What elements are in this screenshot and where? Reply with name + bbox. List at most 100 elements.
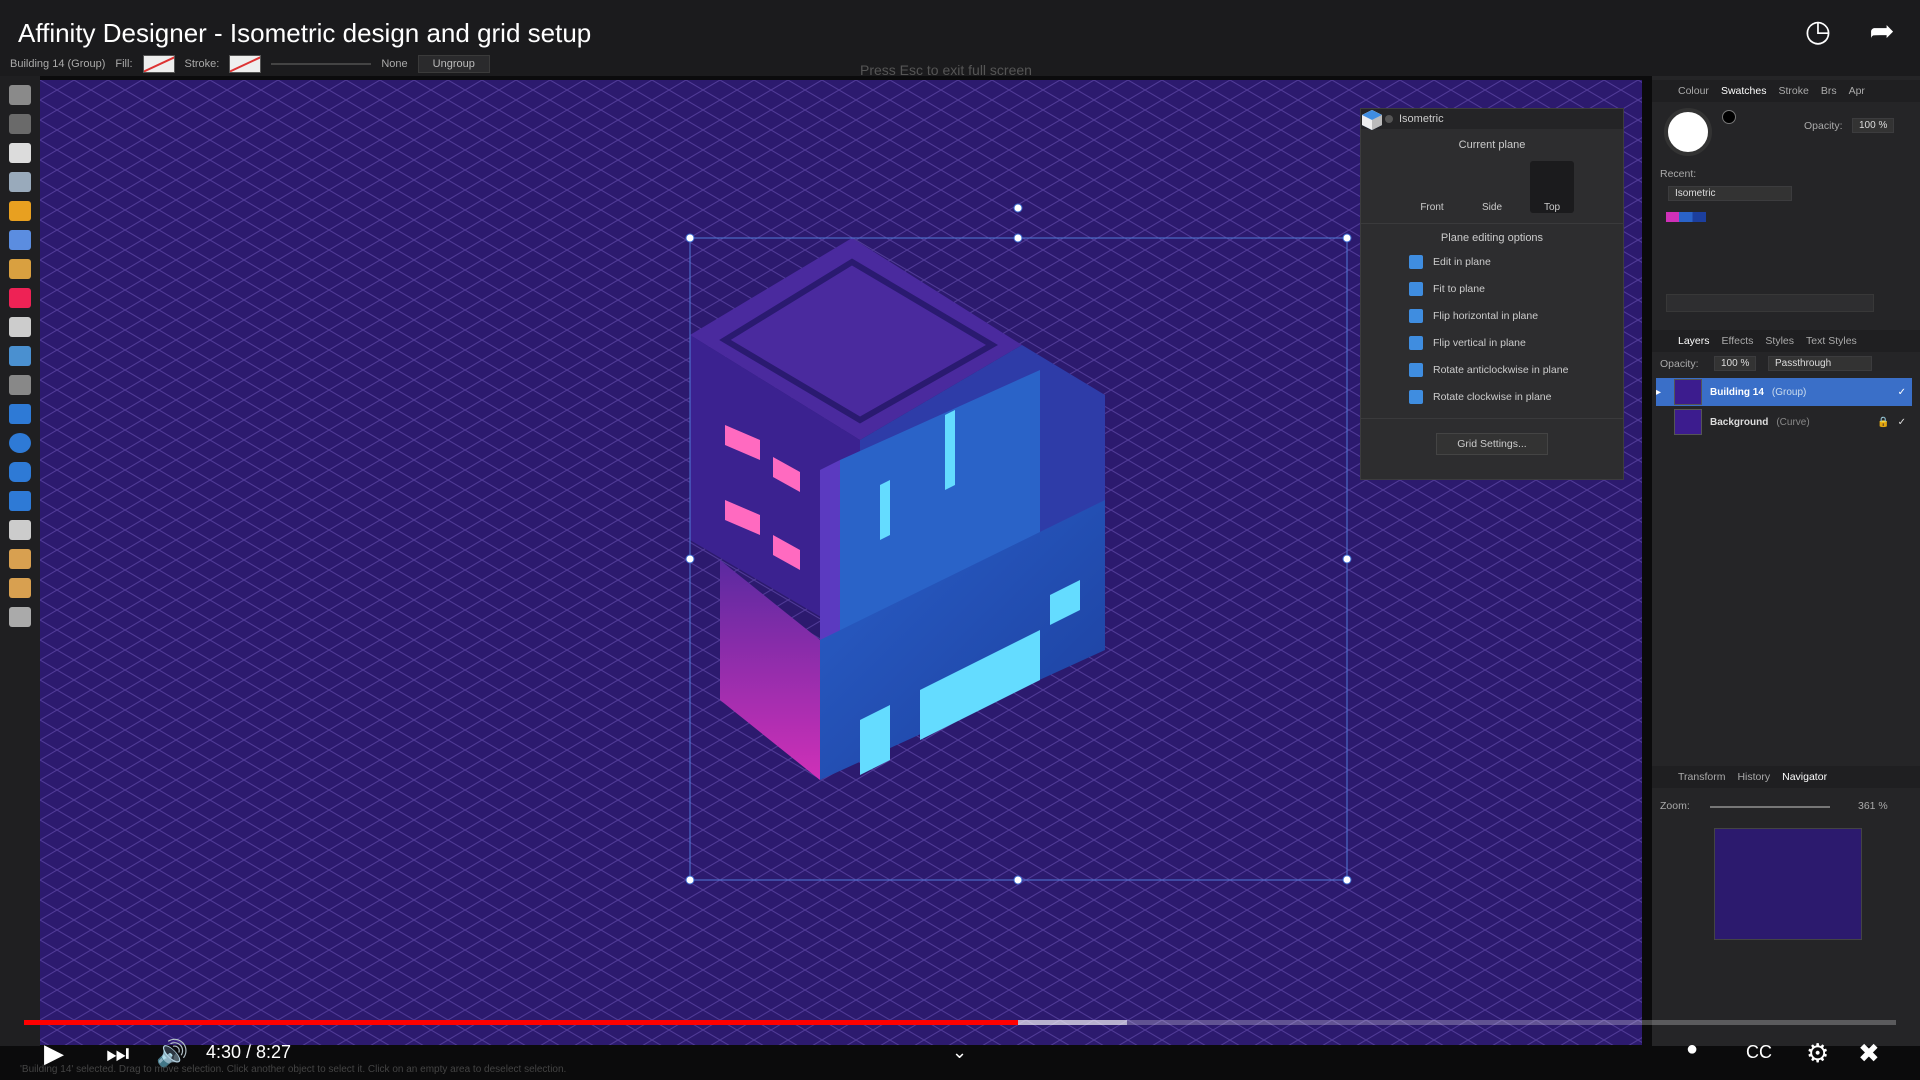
rotate-handle[interactable] xyxy=(1013,203,1023,213)
tab-appearance[interactable]: Apr xyxy=(1849,85,1865,97)
expand-arrow-icon[interactable]: ▸ xyxy=(1656,387,1666,398)
rotate-clockwise-option[interactable]: Rotate clockwise in plane xyxy=(1361,383,1623,410)
corner-tool-icon[interactable] xyxy=(9,172,31,192)
stroke-none-label: None xyxy=(381,58,408,70)
fill-stroke-selector[interactable] xyxy=(1664,108,1712,156)
rounded-rect-tool-icon[interactable] xyxy=(9,462,31,482)
rectangle-tool-icon[interactable] xyxy=(9,404,31,424)
edit-in-plane-option[interactable]: Edit in plane xyxy=(1361,248,1623,275)
color-dot-icon[interactable] xyxy=(1722,110,1736,124)
resize-handle[interactable] xyxy=(1342,233,1352,243)
layer-name: Background xyxy=(1710,416,1769,428)
fill-swatch[interactable] xyxy=(142,55,175,73)
tab-layers[interactable]: Layers xyxy=(1678,335,1710,347)
crop-tool-icon[interactable] xyxy=(9,375,31,395)
option-label: Flip vertical in plane xyxy=(1433,336,1526,349)
tab-stroke[interactable]: Stroke xyxy=(1778,85,1808,97)
blend-mode-dropdown[interactable]: Passthrough xyxy=(1768,356,1872,371)
zoom-value: 361 % xyxy=(1858,800,1888,812)
move-tool-icon[interactable] xyxy=(9,85,31,105)
node-tool-icon[interactable] xyxy=(9,143,31,163)
fill-tool-icon[interactable] xyxy=(9,288,31,308)
zoom-tool-icon[interactable] xyxy=(9,607,31,627)
resize-handle[interactable] xyxy=(685,875,695,885)
opacity-field[interactable]: 100 % xyxy=(1852,118,1895,133)
rotate-anticlockwise-icon xyxy=(1409,362,1423,377)
triangle-tool-icon[interactable] xyxy=(9,491,31,511)
plane-top-label: Top xyxy=(1543,202,1561,213)
share-icon[interactable]: ➦ xyxy=(1864,14,1900,50)
resize-handle[interactable] xyxy=(1342,554,1352,564)
eyedropper-tool-icon[interactable] xyxy=(9,549,31,569)
tab-brushes[interactable]: Brs xyxy=(1821,85,1837,97)
plane-side-button[interactable]: Side xyxy=(1362,110,1514,213)
tab-history[interactable]: History xyxy=(1737,771,1770,783)
rotate-anticlockwise-option[interactable]: Rotate anticlockwise in plane xyxy=(1361,356,1623,383)
option-label: Edit in plane xyxy=(1433,255,1491,268)
window xyxy=(880,480,890,540)
tab-styles[interactable]: Styles xyxy=(1765,335,1794,347)
transparency-tool-icon[interactable] xyxy=(9,317,31,337)
resize-handle[interactable] xyxy=(685,554,695,564)
cube-top-icon xyxy=(1362,110,1382,130)
resize-handle[interactable] xyxy=(1013,233,1023,243)
tab-text-styles[interactable]: Text Styles xyxy=(1806,335,1857,347)
navigator-preview[interactable] xyxy=(1714,828,1862,940)
ellipse-tool-icon[interactable] xyxy=(9,433,31,453)
plane-selector: Front Side Top xyxy=(1361,110,1623,213)
resize-handle[interactable] xyxy=(1342,875,1352,885)
video-progress-bar[interactable] xyxy=(24,1020,1896,1025)
tab-navigator[interactable]: Navigator xyxy=(1782,771,1827,783)
settings-icon[interactable]: ⚙ xyxy=(1806,1038,1829,1069)
option-label: Rotate anticlockwise in plane xyxy=(1433,363,1569,376)
flip-vertical-option[interactable]: Flip vertical in plane xyxy=(1361,329,1623,356)
tab-colour[interactable]: Colour xyxy=(1678,85,1709,97)
zoom-slider[interactable] xyxy=(1710,806,1830,808)
visibility-checkbox[interactable]: ✓ xyxy=(1898,387,1906,398)
edit-in-plane-icon xyxy=(1409,254,1423,269)
layer-row-background[interactable]: Background (Curve) 🔒 ✓ xyxy=(1656,408,1912,436)
tab-transform[interactable]: Transform xyxy=(1678,771,1725,783)
flip-horizontal-option[interactable]: Flip horizontal in plane xyxy=(1361,302,1623,329)
tab-effects[interactable]: Effects xyxy=(1722,335,1754,347)
grid-settings-button[interactable]: Grid Settings... xyxy=(1436,433,1548,455)
layer-row-building[interactable]: ▸ Building 14 (Group) ✓ xyxy=(1656,378,1912,406)
plane-front-button[interactable]: Front xyxy=(1362,110,1454,213)
stroke-width-slider[interactable] xyxy=(271,63,372,65)
pencil-tool-icon[interactable] xyxy=(9,230,31,250)
brush-tool-icon[interactable] xyxy=(9,259,31,279)
resize-handle[interactable] xyxy=(685,233,695,243)
pen-tool-icon[interactable] xyxy=(9,201,31,221)
flip-horizontal-icon xyxy=(1409,308,1423,323)
fit-to-plane-option[interactable]: Fit to plane xyxy=(1361,275,1623,302)
plane-top-button[interactable]: Top xyxy=(1362,110,1574,213)
panel-minimize-icon[interactable] xyxy=(1385,115,1393,123)
isometric-panel-header[interactable]: Isometric xyxy=(1361,109,1623,129)
ungroup-button[interactable]: Ungroup xyxy=(417,55,490,73)
artboard-tool-icon[interactable] xyxy=(9,114,31,134)
studio-panels: Colour Swatches Stroke Brs Apr Opacity: … xyxy=(1652,76,1920,1046)
tab-swatches[interactable]: Swatches xyxy=(1721,85,1767,97)
swatch-strip[interactable] xyxy=(1666,212,1706,222)
video-title[interactable]: Affinity Designer - Isometric design and… xyxy=(18,18,591,49)
navigator-tabs: Transform History Navigator xyxy=(1652,766,1920,788)
top-actions: ◷ ➦ xyxy=(1800,14,1900,50)
swatch-search-input[interactable] xyxy=(1666,294,1874,312)
document-canvas[interactable]: Isometric Current plane Front Side Top P… xyxy=(40,80,1642,1045)
text-tool-icon[interactable] xyxy=(9,520,31,540)
stroke-swatch[interactable] xyxy=(229,55,262,73)
hand-tool-icon[interactable] xyxy=(9,578,31,598)
resize-handle[interactable] xyxy=(1013,875,1023,885)
fill-label: Fill: xyxy=(115,58,133,70)
palette-dropdown[interactable]: Isometric xyxy=(1668,186,1792,201)
watch-later-icon[interactable]: ◷ xyxy=(1800,14,1836,50)
captions-icon[interactable]: CC xyxy=(1746,1042,1772,1063)
layer-opacity-field[interactable]: 100 % xyxy=(1714,356,1757,371)
lock-icon[interactable]: 🔒 xyxy=(1877,417,1889,428)
autoplay-toggle-icon[interactable]: ● xyxy=(1686,1038,1698,1061)
place-image-tool-icon[interactable] xyxy=(9,346,31,366)
visibility-checkbox[interactable]: ✓ xyxy=(1898,417,1906,428)
fit-to-plane-icon xyxy=(1409,281,1423,296)
chevron-down-icon[interactable]: ⌄ xyxy=(952,1042,967,1063)
exit-fullscreen-icon[interactable]: ✖ xyxy=(1858,1038,1880,1069)
